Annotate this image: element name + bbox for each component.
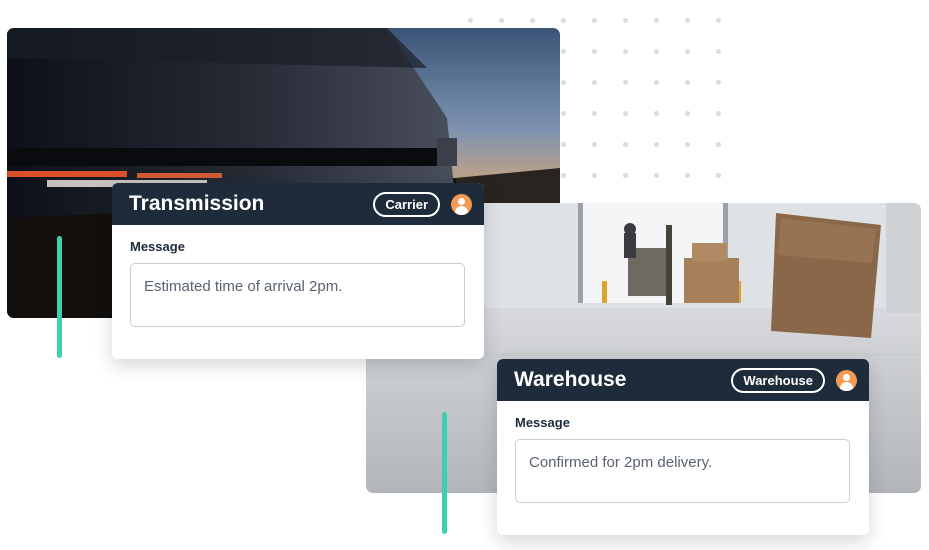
card-title: Transmission	[129, 192, 265, 215]
accent-line	[57, 236, 62, 358]
role-badge: Carrier	[373, 191, 440, 217]
role-badge: Warehouse	[731, 367, 825, 393]
user-avatar-icon	[451, 193, 472, 215]
message-field[interactable]: Confirmed for 2pm delivery.	[515, 439, 850, 503]
accent-line	[442, 412, 447, 534]
message-label: Message	[130, 239, 185, 254]
card-header: Warehouse Warehouse	[497, 359, 869, 401]
message-field[interactable]: Estimated time of arrival 2pm.	[130, 263, 465, 327]
user-avatar-icon	[836, 369, 857, 391]
warehouse-message-card: Warehouse Warehouse Message Confirmed fo…	[497, 359, 869, 535]
card-header: Transmission Carrier	[112, 183, 484, 225]
carrier-message-card: Transmission Carrier Message Estimated t…	[112, 183, 484, 359]
card-title: Warehouse	[514, 368, 627, 391]
message-label: Message	[515, 415, 570, 430]
